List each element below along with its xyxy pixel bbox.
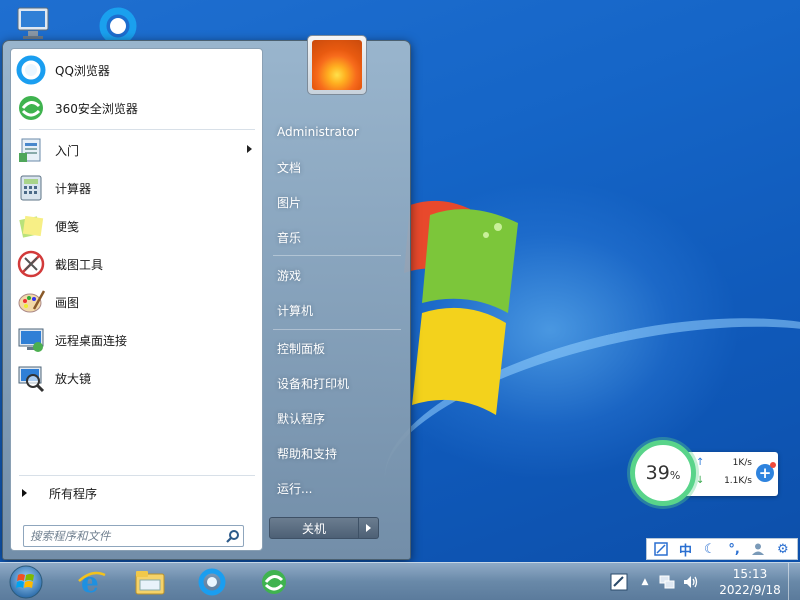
ie-icon: e	[78, 567, 106, 597]
punctuation-icon[interactable]: °,	[725, 540, 743, 558]
all-programs-label: 所有程序	[49, 486, 98, 501]
computer-desktop-icon[interactable]	[14, 6, 54, 42]
gear-icon[interactable]: ⚙	[774, 540, 792, 558]
default-programs-link[interactable]: 默认程序	[269, 403, 401, 433]
snipping-tool-icon	[14, 247, 48, 281]
search-icon[interactable]	[223, 527, 243, 545]
show-desktop-button[interactable]	[788, 563, 800, 600]
ime-mode-toggle[interactable]: 中	[676, 540, 694, 559]
download-speed: 1.1K/s	[724, 476, 752, 486]
program-label: 便笺	[55, 219, 80, 234]
accelerate-plus-icon[interactable]: +	[756, 462, 776, 482]
music-link[interactable]: 音乐	[269, 222, 401, 252]
flower-avatar-icon	[312, 40, 362, 90]
start-menu: QQ浏览器 360安全浏览器 入门 计算器 便笺 截图工具 画图 远程桌面连接 …	[2, 35, 411, 561]
program-snipping-tool[interactable]: 截图工具	[13, 246, 260, 282]
program-label: 画图	[55, 295, 80, 310]
network-speed-widget[interactable]: ↑ 1K/s ↓ 1.1K/s + 39%	[630, 440, 780, 506]
sticky-notes-icon	[14, 209, 48, 243]
notification-dot	[770, 462, 776, 468]
svg-text:e: e	[81, 567, 99, 597]
magnifier-icon	[14, 361, 48, 395]
devices-printers-link[interactable]: 设备和打印机	[269, 368, 401, 398]
remote-desktop-icon	[14, 323, 48, 357]
user-name-link[interactable]: Administrator	[269, 117, 401, 147]
program-getting-started[interactable]: 入门	[13, 132, 260, 168]
system-tray: ▲ 15:13 2022/9/18	[600, 563, 800, 600]
taskbar: e ▲ 15:13 2022/9/18	[0, 562, 800, 600]
show-hidden-icons-icon[interactable]: ▲	[636, 573, 654, 591]
volume-icon[interactable]	[682, 573, 700, 591]
network-icon[interactable]	[658, 573, 676, 591]
run-link[interactable]: 运行...	[269, 473, 401, 503]
triangle-right-icon	[22, 489, 27, 497]
clock-time: 15:13	[732, 567, 768, 581]
clock-date: 2022/9/18	[719, 583, 781, 597]
program-calculator[interactable]: 计算器	[13, 170, 260, 206]
start-menu-programs-pane: QQ浏览器 360安全浏览器 入门 计算器 便笺 截图工具 画图 远程桌面连接 …	[10, 48, 263, 551]
taskbar-explorer[interactable]	[124, 565, 176, 599]
program-label: 截图工具	[55, 257, 104, 272]
program-label: 放大镜	[55, 371, 92, 386]
all-programs-separator	[19, 475, 255, 476]
games-link[interactable]: 游戏	[269, 260, 401, 290]
qq-browser-icon	[14, 53, 48, 87]
explorer-icon	[135, 571, 165, 595]
submenu-arrow-icon[interactable]	[247, 145, 252, 153]
program-label: QQ浏览器	[55, 63, 110, 78]
program-sticky-notes[interactable]: 便笺	[13, 208, 260, 244]
360-browser-icon	[262, 570, 286, 594]
memory-usage-percent: 39	[645, 462, 670, 484]
user-icon[interactable]	[749, 540, 767, 558]
all-programs-button[interactable]: 所有程序	[13, 481, 260, 505]
ime-toolbar: 中 ☾ °, ⚙	[646, 538, 798, 560]
start-button[interactable]	[6, 563, 46, 600]
qq-browser-desktop-icon[interactable]	[98, 6, 138, 45]
start-search-box[interactable]	[23, 525, 244, 547]
memory-usage-ring[interactable]: 39%	[630, 440, 696, 506]
start-menu-places-pane: Administrator 文档 图片 音乐 游戏 计算机 控制面板 设备和打印…	[263, 35, 411, 561]
calculator-icon	[14, 171, 48, 205]
taskbar-clock[interactable]: 15:13 2022/9/18	[718, 566, 782, 598]
qq-browser-icon	[198, 568, 226, 596]
moon-icon[interactable]: ☾	[701, 540, 719, 558]
control-panel-link[interactable]: 控制面板	[269, 333, 401, 363]
places-separator	[273, 329, 401, 330]
search-input[interactable]	[30, 527, 223, 545]
getting-started-icon	[14, 133, 48, 167]
program-label: 360安全浏览器	[55, 101, 138, 116]
program-paint[interactable]: 画图	[13, 284, 260, 320]
computer-link[interactable]: 计算机	[269, 295, 401, 325]
documents-link[interactable]: 文档	[269, 152, 401, 182]
pictures-link[interactable]: 图片	[269, 187, 401, 217]
program-label: 远程桌面连接	[55, 333, 128, 348]
upload-speed: 1K/s	[732, 458, 752, 468]
percent-unit: %	[669, 469, 681, 482]
ime-logo-icon[interactable]	[652, 540, 670, 558]
windows-orb-icon	[9, 565, 43, 599]
taskbar-360-browser[interactable]	[248, 565, 300, 599]
pinned-separator	[19, 129, 255, 130]
program-360-browser[interactable]: 360安全浏览器	[13, 90, 260, 126]
program-qq-browser[interactable]: QQ浏览器	[13, 52, 260, 88]
windows-flag-logo	[404, 200, 518, 415]
user-picture[interactable]	[307, 35, 367, 95]
program-label: 计算器	[55, 181, 92, 196]
help-support-link[interactable]: 帮助和支持	[269, 438, 401, 468]
paint-icon	[14, 285, 48, 319]
taskbar-ie[interactable]: e	[66, 565, 118, 599]
ime-tray-icon[interactable]	[610, 573, 628, 591]
program-label: 入门	[55, 143, 80, 158]
program-magnifier[interactable]: 放大镜	[13, 360, 260, 396]
places-separator	[273, 255, 401, 256]
program-remote-desktop[interactable]: 远程桌面连接	[13, 322, 260, 358]
taskbar-qq-browser[interactable]	[186, 565, 238, 599]
shutdown-options-button[interactable]	[359, 517, 379, 539]
360-browser-icon	[14, 91, 48, 125]
shutdown-button[interactable]: 关机	[269, 517, 359, 539]
chevron-right-icon	[366, 524, 371, 532]
